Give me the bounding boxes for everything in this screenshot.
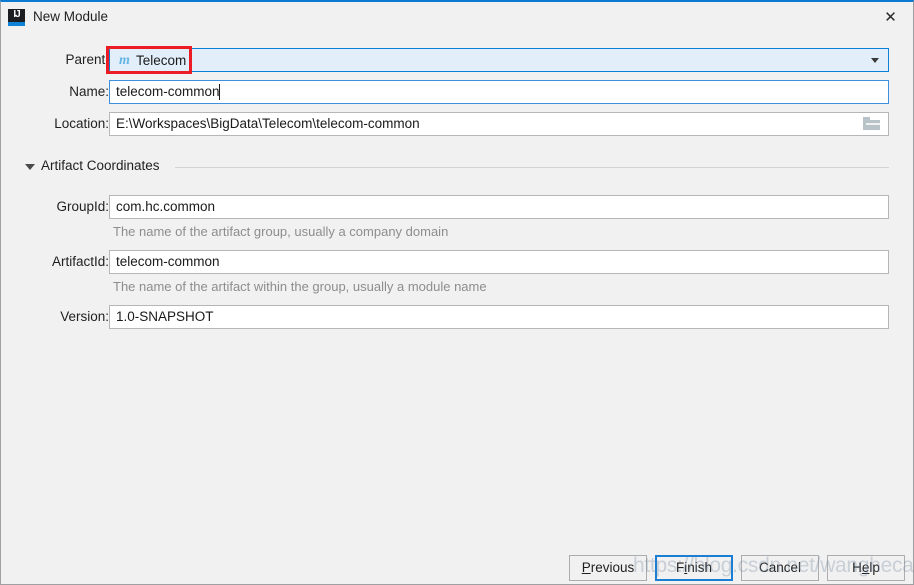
location-input[interactable]: E:\Workspaces\BigData\Telecom\telecom-co…	[109, 112, 889, 136]
cancel-button[interactable]: Cancel	[741, 555, 819, 581]
help-label-post: lp	[869, 560, 880, 575]
groupid-hint: The name of the artifact group, usually …	[113, 224, 449, 239]
name-label: Name:	[69, 84, 109, 99]
cancel-label: Cancel	[758, 560, 802, 575]
version-input[interactable]: 1.0-SNAPSHOT	[109, 305, 889, 329]
artifactid-hint: The name of the artifact within the grou…	[113, 279, 487, 294]
chevron-down-icon[interactable]	[871, 58, 879, 63]
parent-selected-value: Telecom	[136, 53, 187, 68]
chevron-down-icon[interactable]	[25, 164, 35, 170]
previous-button[interactable]: Previous	[569, 555, 647, 581]
title-bar: IJ New Module ✕	[1, 2, 913, 35]
finish-label-pre: F	[675, 560, 685, 575]
parent-combobox[interactable]: m Telecom	[109, 48, 889, 72]
close-icon[interactable]: ✕	[868, 2, 913, 34]
help-button[interactable]: Help	[827, 555, 905, 581]
finish-button[interactable]: Finish	[655, 555, 733, 581]
parent-label: Parent:	[65, 52, 109, 67]
section-title: Artifact Coordinates	[41, 158, 160, 173]
folder-icon[interactable]	[863, 117, 880, 130]
help-label-pre: H	[852, 560, 862, 575]
dialog-title: New Module	[33, 9, 109, 24]
new-module-dialog: IJ New Module ✕ Parent: m Telecom Name: …	[0, 0, 914, 585]
intellij-idea-icon: IJ	[8, 9, 25, 26]
text-caret	[219, 84, 220, 100]
previous-mnemonic: P	[581, 560, 591, 575]
name-input[interactable]: telecom-common	[109, 80, 889, 104]
finish-label-post: nish	[687, 560, 712, 575]
location-label: Location:	[54, 116, 109, 131]
previous-label-post: revious	[590, 560, 635, 575]
artifactid-label: ArtifactId:	[51, 254, 109, 269]
groupid-input[interactable]: com.hc.common	[109, 195, 889, 219]
artifact-coordinates-section-header[interactable]: Artifact Coordinates	[25, 158, 889, 176]
maven-module-icon: m	[119, 53, 130, 68]
version-label: Version:	[60, 309, 109, 324]
section-divider	[175, 167, 889, 168]
artifactid-input[interactable]: telecom-common	[109, 250, 889, 274]
groupid-label: GroupId:	[56, 199, 109, 214]
